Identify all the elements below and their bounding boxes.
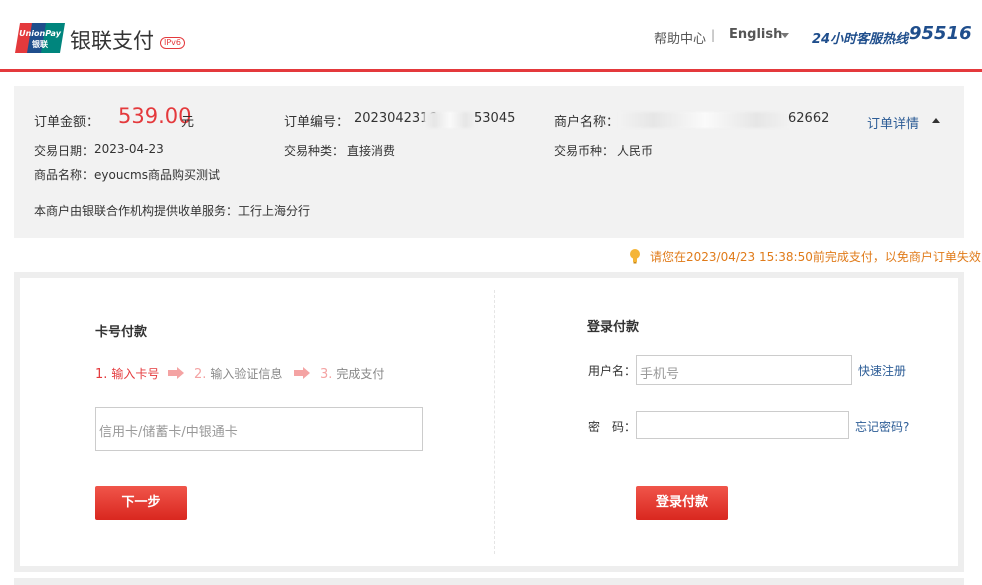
type-value: 直接消费 [347,144,396,158]
date-value: 2023-04-23 [94,142,164,156]
top-header: UnionPay 银联 银联支付 IPv6 帮助中心 | English 24小… [0,0,982,72]
login-pay-button[interactable]: 登录付款 [636,486,728,520]
order-no-label: 订单编号： [284,115,350,130]
arrow-right-icon [294,367,310,379]
bottom-strip [14,578,964,585]
help-center-link[interactable]: 帮助中心 [654,28,706,47]
merchant-label: 商户名称： [554,115,620,130]
site-title: 银联支付 [70,29,154,53]
date-label: 交易日期： [34,144,95,158]
password-label: 密 码： [588,420,637,434]
panel-divider [494,290,495,554]
step-1: 1. 输入卡号 [95,365,159,382]
product-label: 商品名称： [34,168,95,182]
hotline-number: 95516 [909,23,972,44]
step-2: 2. 输入验证信息 [194,365,282,382]
order-no-redacted [424,112,476,128]
step-2-label: 输入验证信息 [210,367,283,381]
card-pay-title: 卡号付款 [95,325,148,340]
step-3-number: 3. [320,367,333,382]
step-1-label: 输入卡号 [111,367,160,381]
arrow-right-icon [168,367,184,379]
next-step-button[interactable]: 下一步 [95,486,187,520]
ipv6-badge: IPv6 [160,37,186,49]
step-2-number: 2. [194,367,207,382]
language-select[interactable]: English [729,27,782,42]
svg-text:银联: 银联 [31,39,48,49]
hotline-label: 24小时客服热线 [812,32,909,47]
chevron-up-icon[interactable] [932,118,940,123]
username-input[interactable]: 手机号 [636,355,852,385]
forgot-password-link[interactable]: 忘记密码? [855,418,909,435]
chevron-down-icon[interactable] [781,33,789,38]
step-3-label: 完成支付 [336,367,385,381]
merchant-redacted [619,112,791,128]
username-label: 用户名： [588,364,637,378]
type-label: 交易种类： [284,144,345,158]
amount-unit: 元 [181,115,195,130]
amount-label: 订单金额： [34,115,100,130]
card-number-input[interactable]: 信用卡/储蓄卡/中银通卡 [95,407,423,451]
order-no-end: 53045 [474,111,516,126]
lightbulb-icon [630,249,640,264]
unionpay-logo: UnionPay 银联 [15,23,65,53]
header-separator: | [711,28,716,42]
merchant-end: 62662 [788,111,830,126]
order-detail-link[interactable]: 订单详情 [867,113,919,132]
product-value: eyoucms商品购买测试 [94,168,220,182]
order-info-panel: 订单金额： 539.00 元 订单编号： 2023042316 53045 商户… [14,86,964,238]
currency-value: 人民币 [617,144,654,158]
password-input[interactable] [636,411,849,439]
payment-deadline-notice: 请您在2023/04/23 15:38:50前完成支付，以免商户订单失效 [650,250,981,264]
quick-register-link[interactable]: 快速注册 [858,362,906,379]
currency-label: 交易币种： [554,144,615,158]
login-pay-title: 登录付款 [587,320,640,335]
svg-text:UnionPay: UnionPay [19,29,62,38]
step-1-number: 1. [95,367,108,382]
step-3: 3. 完成支付 [320,365,384,382]
acquirer-note: 本商户由银联合作机构提供收单服务：工行上海分行 [34,204,311,218]
